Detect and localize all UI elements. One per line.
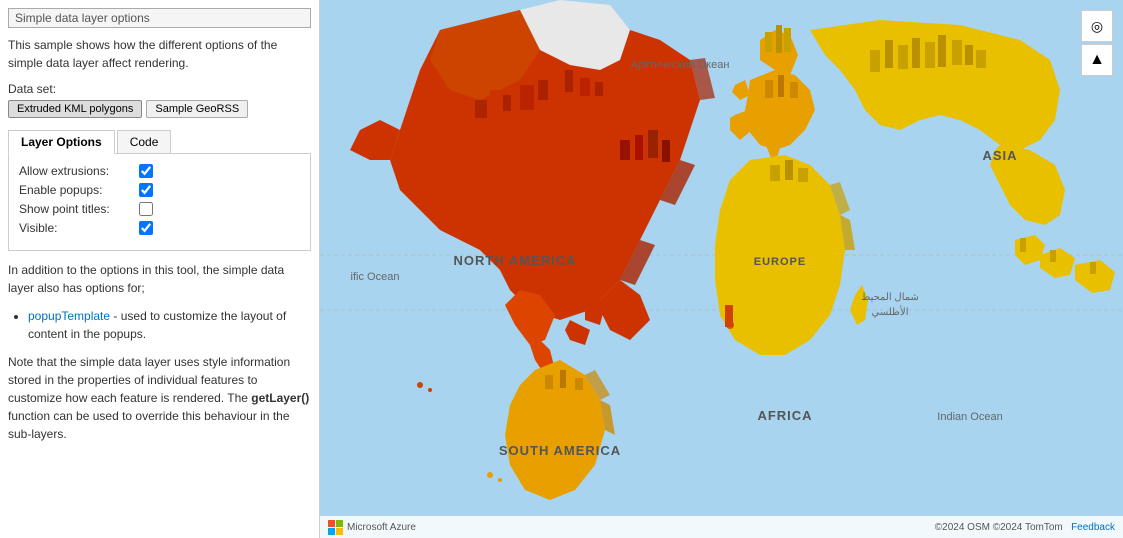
arabic-label-2: الأطلسي <box>871 306 908 318</box>
checkbox-visible[interactable] <box>139 221 153 235</box>
option-row-popups: Enable popups: <box>19 183 300 197</box>
tab-code[interactable]: Code <box>117 130 172 153</box>
left-panel: Simple data layer options This sample sh… <box>0 0 320 538</box>
dataset-btn-kml[interactable]: Extruded KML polygons <box>8 100 142 118</box>
note-text: Note that the simple data layer uses sty… <box>8 353 311 443</box>
bullet-item-popup-template: popupTemplate - used to customize the la… <box>28 307 311 343</box>
option-label-point-titles: Show point titles: <box>19 202 139 216</box>
europe-label: EUROPE <box>754 256 806 268</box>
sq-yellow <box>336 528 343 535</box>
sq-blue <box>328 528 335 535</box>
checkbox-point-titles[interactable] <box>139 202 153 216</box>
option-row-point-titles: Show point titles: <box>19 202 300 216</box>
tilt-button[interactable]: ▲ <box>1081 44 1113 76</box>
checkbox-extrusions[interactable] <box>139 164 153 178</box>
options-panel: Allow extrusions: Enable popups: Show po… <box>8 154 311 251</box>
map-controls: ◎ ▲ <box>1081 10 1113 76</box>
copy-text: ©2024 OSM ©2024 TomTom <box>935 522 1063 533</box>
feedback-link[interactable]: Feedback <box>1071 522 1115 533</box>
azure-logo: Microsoft Azure <box>328 520 416 535</box>
attribution-right: ©2024 OSM ©2024 TomTom Feedback <box>935 522 1115 533</box>
africa-label: AFRICA <box>757 408 812 423</box>
map-area: Арктический Океан NORTH AMERICA EUROPE A… <box>320 0 1123 538</box>
map-svg: Арктический Океан NORTH AMERICA EUROPE A… <box>320 0 1123 538</box>
sq-red <box>328 520 335 527</box>
info-text: In addition to the options in this tool,… <box>8 261 311 297</box>
section-title: Simple data layer options <box>8 8 311 28</box>
option-row-visible: Visible: <box>19 221 300 235</box>
asia-label: ASIA <box>982 148 1017 163</box>
tab-layer-options[interactable]: Layer Options <box>8 130 115 154</box>
north-america-label: NORTH AMERICA <box>453 253 576 268</box>
option-row-extrusions: Allow extrusions: <box>19 164 300 178</box>
south-america-label: SOUTH AMERICA <box>499 443 621 458</box>
option-label-extrusions: Allow extrusions: <box>19 164 139 178</box>
dataset-buttons: Extruded KML polygons Sample GeoRSS <box>8 100 311 118</box>
code-popup-template: popupTemplate <box>28 309 110 323</box>
azure-logo-text: Microsoft Azure <box>347 522 416 533</box>
dataset-btn-georss[interactable]: Sample GeoRSS <box>146 100 248 118</box>
tabs: Layer Options Code <box>8 130 311 154</box>
arctic-ocean-label: Арктический Океан <box>631 59 730 71</box>
attribution-bar: Microsoft Azure ©2024 OSM ©2024 TomTom F… <box>320 516 1123 538</box>
description: This sample shows how the different opti… <box>8 36 311 72</box>
compass-button[interactable]: ◎ <box>1081 10 1113 42</box>
atlantic-ocean-label: ific Ocean <box>351 271 400 283</box>
bullet-list: popupTemplate - used to customize the la… <box>28 307 311 343</box>
sq-green <box>336 520 343 527</box>
arabic-label: شمال المحيط <box>861 292 919 303</box>
dataset-label: Data set: <box>8 82 311 96</box>
option-label-visible: Visible: <box>19 221 139 235</box>
indian-ocean-label: Indian Ocean <box>937 411 1002 423</box>
option-label-popups: Enable popups: <box>19 183 139 197</box>
checkbox-popups[interactable] <box>139 183 153 197</box>
microsoft-squares <box>328 520 343 535</box>
